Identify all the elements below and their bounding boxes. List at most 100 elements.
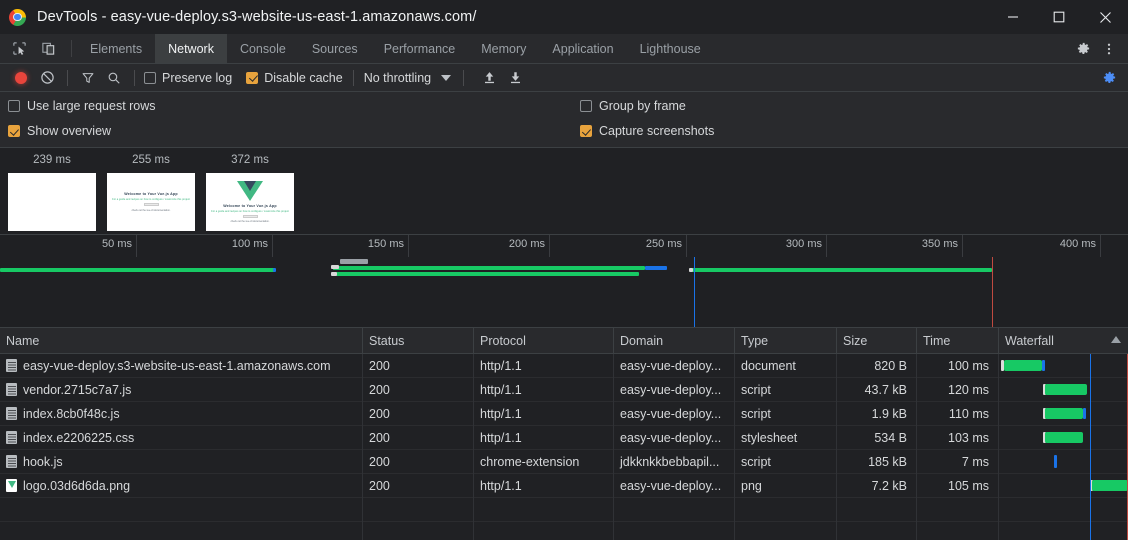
clear-network-icon[interactable] bbox=[34, 67, 60, 89]
show-overview-box bbox=[8, 125, 20, 137]
table-empty-row bbox=[0, 498, 1128, 522]
group-by-frame-checkbox[interactable]: Group by frame bbox=[580, 94, 686, 118]
inspect-element-icon[interactable] bbox=[6, 37, 32, 61]
network-overview-timeline[interactable]: 50 ms 100 ms 150 ms 200 ms 250 ms 300 ms… bbox=[0, 235, 1128, 328]
tab-performance[interactable]: Performance bbox=[371, 34, 469, 63]
tab-memory[interactable]: Memory bbox=[468, 34, 539, 63]
overview-request-band-pre bbox=[331, 265, 339, 269]
network-requests-table: Name Status Protocol Domain Type Size Ti… bbox=[0, 328, 1128, 540]
cell-waterfall bbox=[999, 401, 1128, 426]
cell-name: index.8cb0f48c.js bbox=[0, 401, 363, 426]
panel-tabs: Elements Network Console Sources Perform… bbox=[77, 34, 714, 63]
download-arrow-icon[interactable] bbox=[502, 67, 528, 89]
gear-icon-blue[interactable] bbox=[1096, 67, 1122, 89]
search-icon[interactable] bbox=[101, 67, 127, 89]
maximize-button[interactable] bbox=[1036, 0, 1082, 34]
use-large-rows-box bbox=[8, 100, 20, 112]
overview-tick-label: 150 ms bbox=[367, 238, 404, 250]
overview-tick-label: 250 ms bbox=[645, 238, 682, 250]
column-header-type[interactable]: Type bbox=[735, 328, 837, 354]
script-file-icon bbox=[6, 407, 17, 420]
column-header-protocol[interactable]: Protocol bbox=[474, 328, 614, 354]
cell-domain: easy-vue-deploy... bbox=[614, 473, 735, 498]
filmstrip-frame[interactable]: 372 ms Welcome to Your Vue.js App For a … bbox=[206, 153, 294, 231]
cell-waterfall bbox=[999, 473, 1128, 498]
disable-cache-checkbox[interactable]: Disable cache bbox=[246, 71, 343, 85]
waterfall-bar bbox=[1004, 359, 1042, 371]
close-button[interactable] bbox=[1082, 0, 1128, 34]
filmstrip-frame[interactable]: 255 ms Welcome to Your Vue.js App For a … bbox=[107, 153, 195, 231]
cell-type: stylesheet bbox=[735, 425, 837, 450]
cell-domain: easy-vue-deploy... bbox=[614, 353, 735, 378]
overview-tick-label: 100 ms bbox=[231, 238, 268, 250]
cell-waterfall bbox=[999, 425, 1128, 450]
cell-type: script bbox=[735, 401, 837, 426]
overview-marker bbox=[340, 259, 368, 264]
cell-domain: easy-vue-deploy... bbox=[614, 401, 735, 426]
capture-screenshots-label: Capture screenshots bbox=[599, 124, 715, 138]
minimize-button[interactable] bbox=[990, 0, 1036, 34]
dom-content-loaded-line bbox=[1090, 473, 1091, 498]
overview-gridline bbox=[826, 235, 827, 257]
cell-waterfall bbox=[999, 377, 1128, 402]
table-row[interactable]: hook.js 200 chrome-extension jdkknkkbebb… bbox=[0, 449, 1128, 474]
device-toolbar-icon[interactable] bbox=[35, 37, 61, 61]
table-row[interactable]: easy-vue-deploy.s3-website-us-east-1.ama… bbox=[0, 353, 1128, 378]
waterfall-download-segment bbox=[1083, 407, 1086, 419]
script-file-icon bbox=[6, 455, 17, 468]
more-vertical-icon[interactable] bbox=[1096, 37, 1122, 61]
devtools-tab-bar: Elements Network Console Sources Perform… bbox=[0, 34, 1128, 64]
gear-icon[interactable] bbox=[1070, 37, 1096, 61]
show-overview-label: Show overview bbox=[27, 124, 112, 138]
tab-elements[interactable]: Elements bbox=[77, 34, 155, 63]
image-file-icon bbox=[6, 479, 17, 492]
tab-console[interactable]: Console bbox=[227, 34, 299, 63]
cell-time: 105 ms bbox=[917, 473, 999, 498]
throttling-value: No throttling bbox=[363, 70, 432, 85]
table-row[interactable]: vendor.2715c7a7.js 200 http/1.1 easy-vue… bbox=[0, 377, 1128, 402]
dom-content-loaded-line bbox=[1090, 401, 1091, 426]
column-header-time[interactable]: Time bbox=[917, 328, 999, 354]
column-header-status[interactable]: Status bbox=[363, 328, 474, 354]
cell-size: 1.9 kB bbox=[837, 401, 917, 426]
table-header-row: Name Status Protocol Domain Type Size Ti… bbox=[0, 328, 1128, 354]
preserve-log-checkbox[interactable]: Preserve log bbox=[144, 71, 232, 85]
cell-size: 7.2 kB bbox=[837, 473, 917, 498]
cell-protocol: http/1.1 bbox=[474, 473, 614, 498]
record-stop-icon[interactable] bbox=[8, 67, 34, 89]
tab-network[interactable]: Network bbox=[155, 34, 227, 63]
column-header-waterfall[interactable]: Waterfall bbox=[999, 328, 1128, 354]
upload-arrow-icon[interactable] bbox=[476, 67, 502, 89]
filmstrip: 239 ms 255 ms Welcome to Your Vue.js App… bbox=[0, 148, 1128, 235]
cell-name: vendor.2715c7a7.js bbox=[0, 377, 363, 402]
filter-funnel-icon[interactable] bbox=[75, 67, 101, 89]
column-header-name[interactable]: Name bbox=[0, 328, 363, 354]
cell-size: 820 B bbox=[837, 353, 917, 378]
window-controls bbox=[990, 0, 1128, 34]
filmstrip-frame-image[interactable]: Welcome to Your Vue.js App For a guide a… bbox=[107, 173, 195, 231]
table-row[interactable]: index.e2206225.css 200 http/1.1 easy-vue… bbox=[0, 425, 1128, 450]
use-large-rows-checkbox[interactable]: Use large request rows bbox=[8, 94, 156, 118]
dom-content-loaded-line bbox=[1090, 425, 1091, 450]
show-overview-checkbox[interactable]: Show overview bbox=[8, 119, 111, 143]
filmstrip-frame-image[interactable]: Welcome to Your Vue.js App For a guide a… bbox=[206, 173, 294, 231]
filmstrip-frame-image[interactable] bbox=[8, 173, 96, 231]
capture-screenshots-checkbox[interactable]: Capture screenshots bbox=[580, 119, 714, 143]
overview-request-band bbox=[336, 272, 639, 276]
column-header-domain[interactable]: Domain bbox=[614, 328, 735, 354]
table-row[interactable]: logo.03d6d6da.png 200 http/1.1 easy-vue-… bbox=[0, 473, 1128, 498]
table-row[interactable]: index.8cb0f48c.js 200 http/1.1 easy-vue-… bbox=[0, 401, 1128, 426]
cell-size: 185 kB bbox=[837, 449, 917, 474]
stylesheet-file-icon bbox=[6, 431, 17, 444]
throttling-dropdown[interactable]: No throttling bbox=[363, 70, 452, 85]
column-header-size[interactable]: Size bbox=[837, 328, 917, 354]
sort-ascending-arrow-icon[interactable] bbox=[1111, 336, 1121, 343]
cell-type: script bbox=[735, 377, 837, 402]
filmstrip-frame[interactable]: 239 ms bbox=[8, 153, 96, 231]
tab-lighthouse[interactable]: Lighthouse bbox=[627, 34, 714, 63]
script-file-icon bbox=[6, 383, 17, 396]
filmstrip-frame-time: 255 ms bbox=[132, 154, 170, 166]
tab-application[interactable]: Application bbox=[539, 34, 626, 63]
tab-sources[interactable]: Sources bbox=[299, 34, 371, 63]
overview-ruler: 50 ms 100 ms 150 ms 200 ms 250 ms 300 ms… bbox=[0, 235, 1128, 257]
